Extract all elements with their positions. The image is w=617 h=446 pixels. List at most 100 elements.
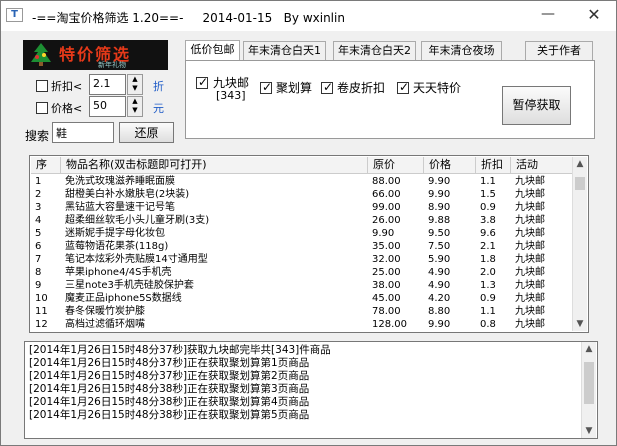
product-name[interactable]: 迷斯妮手提字母化妆包 bbox=[61, 227, 368, 240]
price-spinner[interactable]: ▲ ▼ bbox=[127, 96, 143, 117]
original-price: 38.00 bbox=[372, 280, 401, 291]
activity: 九块邮 bbox=[515, 306, 545, 317]
price: 8.80 bbox=[428, 306, 451, 317]
table-row[interactable]: 2 甜橙美白补水嫩肤皂(2块装) 66.00 9.90 1.5 九块邮 bbox=[31, 188, 573, 201]
tab-clearance-day-1[interactable]: 年末清仓白天1 bbox=[243, 41, 326, 61]
scroll-down-icon[interactable]: ▼ bbox=[573, 317, 587, 331]
tab-clearance-day-2[interactable]: 年末清仓白天2 bbox=[333, 41, 416, 61]
column-discount[interactable]: 折扣 bbox=[476, 157, 511, 173]
table-row[interactable]: 4 超柔细丝软毛小头儿童牙刷(3支) 26.00 9.88 3.8 九块邮 bbox=[31, 214, 573, 227]
juhuasuan-label: 聚划算 bbox=[276, 81, 313, 95]
product-name[interactable]: 黑钻蓝大容量速干记号笔 bbox=[61, 201, 368, 214]
original-price: 9.90 bbox=[372, 228, 395, 239]
price-checkbox[interactable] bbox=[36, 102, 48, 114]
row-index: 7 bbox=[35, 254, 42, 265]
table-header: 序 物品名称(双击标题即可打开) 原价 价格 折扣 活动 bbox=[31, 157, 573, 174]
original-price: 45.00 bbox=[372, 293, 401, 304]
discount: 0.8 bbox=[480, 319, 496, 330]
product-name[interactable]: 高档过滤循环烟嘴 bbox=[61, 318, 368, 331]
price: 4.90 bbox=[428, 280, 451, 291]
original-price: 78.00 bbox=[372, 306, 401, 317]
table-scrollbar[interactable]: ▲ ▼ bbox=[572, 157, 587, 331]
column-price[interactable]: 价格 bbox=[424, 157, 476, 173]
product-name[interactable]: 春冬保暖竹炭护膝 bbox=[61, 305, 368, 318]
tab-about-author[interactable]: 关于作者 bbox=[525, 41, 593, 61]
spin-down-icon[interactable]: ▼ bbox=[128, 84, 142, 93]
table-row[interactable]: 3 黑钻蓝大容量速干记号笔 99.00 8.90 0.9 九块邮 bbox=[31, 201, 573, 214]
product-name[interactable]: 笔记本炫彩外壳贴膜14寸通用型 bbox=[61, 253, 368, 266]
juanpi-checkbox[interactable] bbox=[321, 80, 333, 94]
minimize-button[interactable]: — bbox=[526, 2, 570, 28]
table-row[interactable]: 10 魔麦正品iphone5S数据线 45.00 4.20 0.9 九块邮 bbox=[31, 292, 573, 305]
column-original-price[interactable]: 原价 bbox=[368, 157, 424, 173]
price: 4.20 bbox=[428, 293, 451, 304]
table-row[interactable]: 9 三星note3手机壳硅胶保护套 38.00 4.90 1.3 九块邮 bbox=[31, 279, 573, 292]
log-scrollbar[interactable]: ▲ ▼ bbox=[581, 342, 596, 438]
tab-clearance-night[interactable]: 年末清仓夜场 bbox=[421, 41, 502, 61]
discount: 2.1 bbox=[480, 241, 496, 252]
product-name[interactable]: 超柔细丝软毛小头儿童牙刷(3支) bbox=[61, 214, 368, 227]
activity: 九块邮 bbox=[515, 319, 545, 330]
log-scroll-thumb[interactable] bbox=[584, 362, 594, 404]
original-price: 35.00 bbox=[372, 241, 401, 252]
table-row[interactable]: 1 免洗式玫瑰滋养睡眠面膜 88.00 9.90 1.1 九块邮 bbox=[31, 175, 573, 188]
jiukuai-checkbox[interactable] bbox=[196, 75, 208, 89]
table-row[interactable]: 11 春冬保暖竹炭护膝 78.00 8.80 1.1 九块邮 bbox=[31, 305, 573, 318]
table-scroll-thumb[interactable] bbox=[575, 177, 585, 190]
logo-subtitle: 新年礼物 bbox=[98, 61, 126, 69]
title-bar[interactable]: T -==淘宝价格筛选 1.20==- 2014-01-15 By wxinli… bbox=[1, 1, 616, 31]
activity: 九块邮 bbox=[515, 267, 545, 278]
spin-up-icon[interactable]: ▲ bbox=[128, 75, 142, 84]
discount: 1.1 bbox=[480, 306, 496, 317]
discount: 9.6 bbox=[480, 228, 496, 239]
table-row[interactable]: 12 高档过滤循环烟嘴 128.00 9.90 0.8 九块邮 bbox=[31, 318, 573, 331]
spin-up-icon[interactable]: ▲ bbox=[128, 97, 142, 106]
search-input[interactable]: 鞋 bbox=[52, 122, 114, 143]
original-price: 32.00 bbox=[372, 254, 401, 265]
row-index: 9 bbox=[35, 280, 42, 291]
discount: 0.9 bbox=[480, 202, 496, 213]
activity: 九块邮 bbox=[515, 189, 545, 200]
product-name[interactable]: 魔麦正品iphone5S数据线 bbox=[61, 292, 368, 305]
tab-low-price[interactable]: 低价包邮 bbox=[185, 40, 240, 62]
tiantian-label: 天天特价 bbox=[413, 81, 462, 95]
close-button[interactable]: ✕ bbox=[572, 2, 616, 28]
product-name[interactable]: 甜橙美白补水嫩肤皂(2块装) bbox=[61, 188, 368, 201]
juhuasuan-checkbox[interactable] bbox=[260, 80, 272, 94]
discount-spinner[interactable]: ▲ ▼ bbox=[127, 74, 143, 95]
price: 5.90 bbox=[428, 254, 451, 265]
table-row[interactable]: 5 迷斯妮手提字母化妆包 9.90 9.50 9.6 九块邮 bbox=[31, 227, 573, 240]
table-row[interactable]: 6 蓝莓物语花果茶(118g) 35.00 7.50 2.1 九块邮 bbox=[31, 240, 573, 253]
column-index[interactable]: 序 bbox=[31, 157, 61, 173]
price-input[interactable]: 50 bbox=[89, 96, 126, 117]
discount-checkbox[interactable] bbox=[36, 80, 48, 92]
tree-icon bbox=[31, 43, 51, 66]
table-row[interactable]: 7 笔记本炫彩外壳贴膜14寸通用型 32.00 5.90 1.8 九块邮 bbox=[31, 253, 573, 266]
product-name[interactable]: 苹果iphone4/4S手机壳 bbox=[61, 266, 368, 279]
column-activity[interactable]: 活动 bbox=[511, 157, 573, 173]
discount: 1.1 bbox=[480, 176, 496, 187]
discount-input[interactable]: 2.1 bbox=[89, 74, 126, 95]
product-name[interactable]: 免洗式玫瑰滋养睡眠面膜 bbox=[61, 175, 368, 188]
tiantian-checkbox[interactable] bbox=[397, 80, 409, 94]
price: 9.90 bbox=[428, 176, 451, 187]
column-product-name[interactable]: 物品名称(双击标题即可打开) bbox=[61, 157, 368, 173]
row-index: 10 bbox=[35, 293, 48, 304]
table-row[interactable]: 8 苹果iphone4/4S手机壳 25.00 4.90 2.0 九块邮 bbox=[31, 266, 573, 279]
price-label: 价格< bbox=[51, 102, 83, 115]
scroll-up-icon[interactable]: ▲ bbox=[582, 342, 596, 356]
product-name[interactable]: 蓝莓物语花果茶(118g) bbox=[61, 240, 368, 253]
spin-down-icon[interactable]: ▼ bbox=[128, 106, 142, 115]
product-table[interactable]: 序 物品名称(双击标题即可打开) 原价 价格 折扣 活动 1 免洗式玫瑰滋养睡眠面… bbox=[29, 155, 589, 333]
restore-button[interactable]: 还原 bbox=[119, 122, 174, 143]
scroll-up-icon[interactable]: ▲ bbox=[573, 157, 587, 171]
activity-log[interactable]: [2014年1月26日15时48分37秒]获取九块邮完毕共[343]件商品 [2… bbox=[24, 341, 598, 439]
row-index: 1 bbox=[35, 176, 42, 187]
row-index: 6 bbox=[35, 241, 42, 252]
original-price: 128.00 bbox=[372, 319, 407, 330]
stop-fetch-button[interactable]: 暂停获取 bbox=[502, 86, 571, 125]
scroll-down-icon[interactable]: ▼ bbox=[582, 424, 596, 438]
product-name[interactable]: 三星note3手机壳硅胶保护套 bbox=[61, 279, 368, 292]
window-title: -==淘宝价格筛选 1.20==- 2014-01-15 By wxinlin bbox=[32, 11, 345, 25]
price: 4.90 bbox=[428, 267, 451, 278]
